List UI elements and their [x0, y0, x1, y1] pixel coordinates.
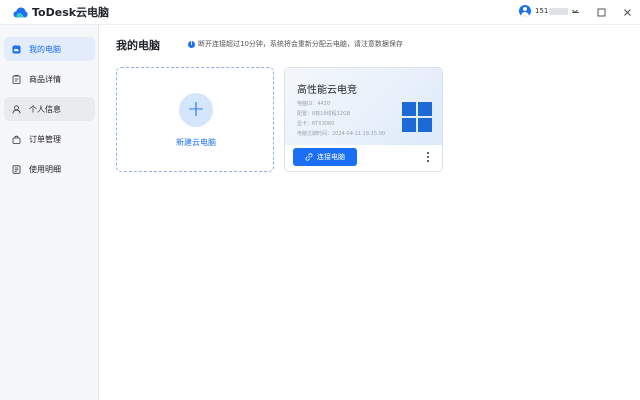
sidebar-item-label: 订单管理 [29, 134, 61, 144]
maximize-icon [597, 8, 605, 17]
notice-text: 断开连接超过10分钟，系统将会重新分配云电脑，请注意数据保存 [198, 40, 403, 48]
avatar[interactable] [519, 5, 531, 17]
computer-card-footer: 连接电脑 [285, 145, 442, 171]
app-title: ToDesk云电脑 [32, 6, 110, 19]
close-icon [623, 9, 631, 16]
user-number: 151 [535, 7, 549, 15]
list-icon [12, 164, 21, 174]
new-computer-label: 新建云电脑 [176, 138, 216, 147]
sidebar-item-label: 使用明细 [29, 164, 61, 174]
computer-expire-time: 电脑过期时间：2024-04-11 18:15:00 [297, 131, 386, 137]
app-logo: ToDesk云电脑 [13, 4, 109, 20]
windows-logo-icon [402, 102, 432, 132]
more-options-icon[interactable] [423, 149, 433, 165]
title-bar: ToDesk云电脑 151 [0, 0, 640, 25]
window-controls [562, 0, 640, 25]
main-content: 我的电脑 i 断开连接超过10分钟，系统将会重新分配云电脑，请注意数据保存 + … [100, 25, 640, 400]
page-title: 我的电脑 [116, 39, 160, 52]
computer-specs: 电脑ID：4430 配置：8核16线程32GB 显卡：RTX3060 电脑过期时… [297, 99, 385, 139]
computer-card-header: 高性能云电竞 电脑ID：4430 配置：8核16线程32GB 显卡：RTX306… [285, 68, 442, 145]
sidebar-item-my-computer[interactable]: 我的电脑 [4, 37, 95, 61]
computer-id: 电脑ID：4430 [297, 101, 331, 107]
computer-gpu: 显卡：RTX3060 [297, 121, 335, 127]
clipboard-icon [12, 74, 21, 84]
cloud-logo-icon [13, 7, 28, 17]
bag-icon [12, 135, 21, 144]
close-button[interactable] [614, 0, 640, 25]
connect-button[interactable]: 连接电脑 [293, 148, 357, 166]
sidebar-item-usage-details[interactable]: 使用明细 [4, 157, 95, 181]
computer-config: 配置：8核16线程32GB [297, 111, 351, 117]
plus-icon[interactable]: + [179, 93, 213, 127]
sidebar-item-product-details[interactable]: 商品详情 [4, 67, 95, 91]
notice: i 断开连接超过10分钟，系统将会重新分配云电脑，请注意数据保存 [188, 39, 403, 49]
sidebar: 我的电脑 商品详情 个人信息 订单管理 使用明细 [0, 25, 99, 400]
sidebar-item-label: 我的电脑 [29, 44, 61, 54]
sidebar-item-label: 商品详情 [29, 74, 61, 84]
minimize-button[interactable] [562, 0, 588, 25]
computer-name: 高性能云电竞 [297, 85, 357, 96]
maximize-button[interactable] [588, 0, 614, 25]
computer-card: 高性能云电竞 电脑ID：4430 配置：8核16线程32GB 显卡：RTX306… [284, 67, 443, 172]
info-icon: i [188, 40, 195, 48]
sidebar-item-order-management[interactable]: 订单管理 [4, 127, 95, 151]
sidebar-item-personal-info[interactable]: 个人信息 [4, 97, 95, 121]
connect-label: 连接电脑 [317, 153, 345, 161]
minimize-icon [571, 12, 579, 13]
sidebar-item-label: 个人信息 [29, 104, 61, 114]
user-icon [12, 104, 21, 114]
link-icon [305, 153, 313, 161]
cloud-icon [12, 45, 21, 54]
new-computer-card[interactable]: + 新建云电脑 [116, 67, 274, 172]
